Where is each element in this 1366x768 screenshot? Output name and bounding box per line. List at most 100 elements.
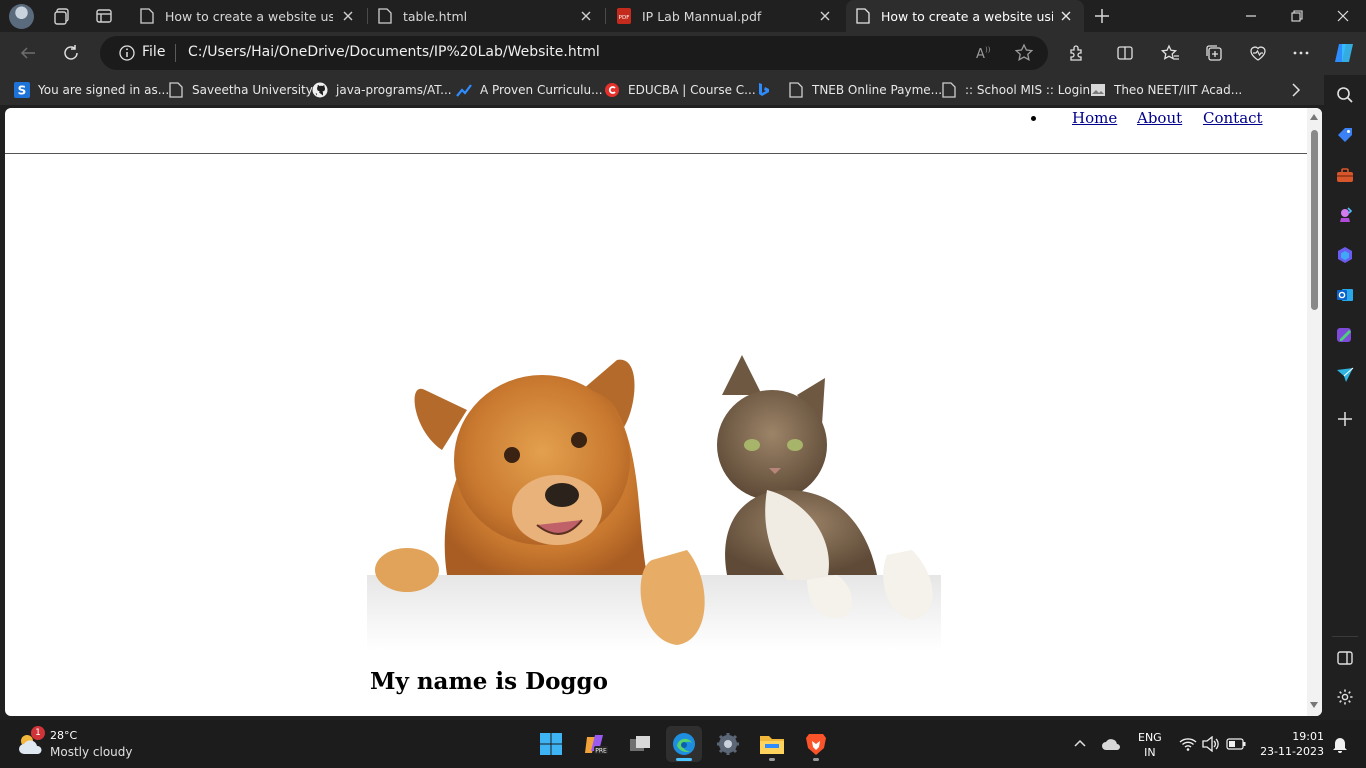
wifi-tray[interactable] [1178, 734, 1198, 754]
scheme-label: File [142, 44, 166, 60]
workspaces-icon[interactable] [52, 6, 72, 26]
close-tab-icon[interactable] [1058, 8, 1074, 24]
refresh-icon [64, 45, 78, 60]
onedrive-tray[interactable] [1101, 734, 1121, 754]
settings-gear-icon[interactable] [1335, 687, 1355, 707]
page-icon [788, 82, 804, 98]
favorite-saveetha[interactable]: Saveetha University [168, 81, 313, 99]
favorite-educba[interactable]: EDUCBA | Course C... [604, 81, 756, 99]
designer-icon[interactable] [1335, 325, 1355, 345]
profile-avatar[interactable] [9, 4, 34, 29]
outlook-icon[interactable] [1335, 285, 1355, 305]
nav-link-about[interactable]: About [1137, 109, 1182, 127]
favorite-proven-curriculum[interactable]: A Proven Curriculu... [456, 81, 603, 99]
drop-icon[interactable] [1335, 365, 1355, 385]
task-view-app[interactable] [622, 726, 658, 762]
restore-button[interactable] [1274, 0, 1320, 32]
page-viewport: Home About Contact My name is Doggo [5, 108, 1322, 716]
close-tab-icon[interactable] [340, 8, 356, 24]
favorite-github[interactable]: java-programs/AT... [312, 81, 452, 99]
split-screen-icon[interactable] [1115, 43, 1135, 63]
settings-taskbar-app[interactable] [710, 726, 746, 762]
pdf-icon: PDF [617, 8, 631, 24]
info-icon[interactable] [118, 44, 136, 62]
task-view-icon [630, 736, 650, 751]
favorite-tneb[interactable]: TNEB Online Payme... [788, 81, 942, 99]
browser-essentials-icon[interactable] [1248, 43, 1268, 63]
battery-tray[interactable] [1226, 734, 1246, 754]
scroll-up-arrow-icon[interactable] [1310, 114, 1318, 120]
tab-website-1[interactable]: How to create a website using HTML [130, 0, 366, 32]
scroll-down-arrow-icon[interactable] [1310, 702, 1318, 708]
new-tab-button[interactable] [1092, 6, 1112, 26]
page-icon [941, 82, 957, 98]
favorite-signed-in[interactable]: S You are signed in as... [14, 81, 169, 99]
input-language-indicator[interactable]: ENG IN [1138, 730, 1162, 760]
page-icon [856, 8, 870, 24]
scrollbar-thumb[interactable] [1311, 130, 1318, 310]
favorite-star-icon[interactable] [1014, 43, 1034, 63]
edge-taskbar-app[interactable] [666, 726, 702, 762]
tab-website-active[interactable]: How to create a website using HTML [846, 0, 1084, 32]
close-icon [1337, 10, 1349, 22]
hide-sidebar-icon[interactable] [1335, 648, 1355, 668]
close-tab-icon[interactable] [817, 8, 833, 24]
list-bullet [1031, 116, 1036, 121]
vertical-tabs-icon[interactable] [94, 6, 114, 26]
nav-link-home[interactable]: Home [1072, 109, 1117, 127]
games-icon[interactable] [1335, 205, 1355, 225]
back-arrow-icon [20, 47, 35, 59]
search-icon[interactable] [1335, 85, 1355, 105]
close-tab-icon[interactable] [578, 8, 594, 24]
collections-icon[interactable] [1204, 43, 1224, 63]
copilot-icon[interactable] [1332, 41, 1356, 65]
tools-icon[interactable] [1335, 165, 1355, 185]
s-logo-icon: S [14, 82, 30, 98]
notifications-button[interactable] [1330, 734, 1350, 754]
brave-browser-app[interactable] [798, 726, 834, 762]
page-icon [378, 8, 392, 24]
chart-icon [456, 82, 472, 98]
favorite-theo-neet[interactable]: Theo NEET/IIT Acad... [1090, 81, 1242, 99]
system-clock[interactable]: 19:01 23-11-2023 [1258, 729, 1324, 759]
favorite-bing[interactable] [755, 81, 779, 99]
tab-table[interactable]: table.html [368, 0, 604, 32]
onedrive-cloud-icon [1102, 739, 1120, 750]
favorite-label: EDUCBA | Course C... [628, 83, 756, 97]
close-window-button[interactable] [1320, 0, 1366, 32]
github-icon [312, 82, 328, 98]
add-sidebar-app-icon[interactable] [1335, 409, 1355, 429]
favorite-school-mis[interactable]: :: School MIS :: Login [941, 81, 1090, 99]
running-indicator [676, 758, 692, 761]
svg-text:S: S [18, 84, 27, 98]
page-icon [140, 8, 154, 24]
microsoft-365-icon[interactable] [1335, 245, 1355, 265]
more-menu-icon[interactable] [1291, 43, 1311, 63]
folder-icon [760, 736, 784, 754]
favorites-overflow-button[interactable] [1289, 81, 1303, 99]
dog-and-cat-image [367, 355, 941, 650]
vertical-scrollbar[interactable] [1307, 108, 1322, 716]
url-text[interactable]: C:/Users/Hai/OneDrive/Documents/IP%20Lab… [188, 44, 600, 60]
windows-taskbar: 1 28°C Mostly cloudy PRE ENG IN 19:01 23… [0, 720, 1366, 768]
start-button[interactable] [533, 726, 569, 762]
favorite-label: TNEB Online Payme... [812, 83, 943, 97]
restore-icon [1291, 10, 1303, 22]
show-hidden-icons-button[interactable] [1070, 734, 1090, 754]
address-bar[interactable]: File C:/Users/Hai/OneDrive/Documents/IP%… [100, 36, 1048, 70]
extensions-icon[interactable] [1067, 43, 1087, 63]
tab-pdf[interactable]: PDF IP Lab Mannual.pdf [607, 0, 843, 32]
page-icon [168, 82, 184, 98]
back-button[interactable] [18, 43, 38, 63]
volume-tray[interactable] [1201, 734, 1221, 754]
svg-text:PDF: PDF [619, 15, 630, 21]
read-aloud-icon[interactable]: A)) [974, 43, 994, 63]
shopping-tag-icon[interactable] [1335, 125, 1355, 145]
clock-date: 23-11-2023 [1260, 745, 1324, 758]
copilot-preview-app[interactable]: PRE [578, 726, 614, 762]
nav-link-contact[interactable]: Contact [1203, 109, 1263, 127]
file-explorer-app[interactable] [754, 726, 790, 762]
refresh-button[interactable] [61, 43, 81, 63]
minimize-button[interactable] [1228, 0, 1274, 32]
favorites-icon[interactable] [1160, 43, 1180, 63]
